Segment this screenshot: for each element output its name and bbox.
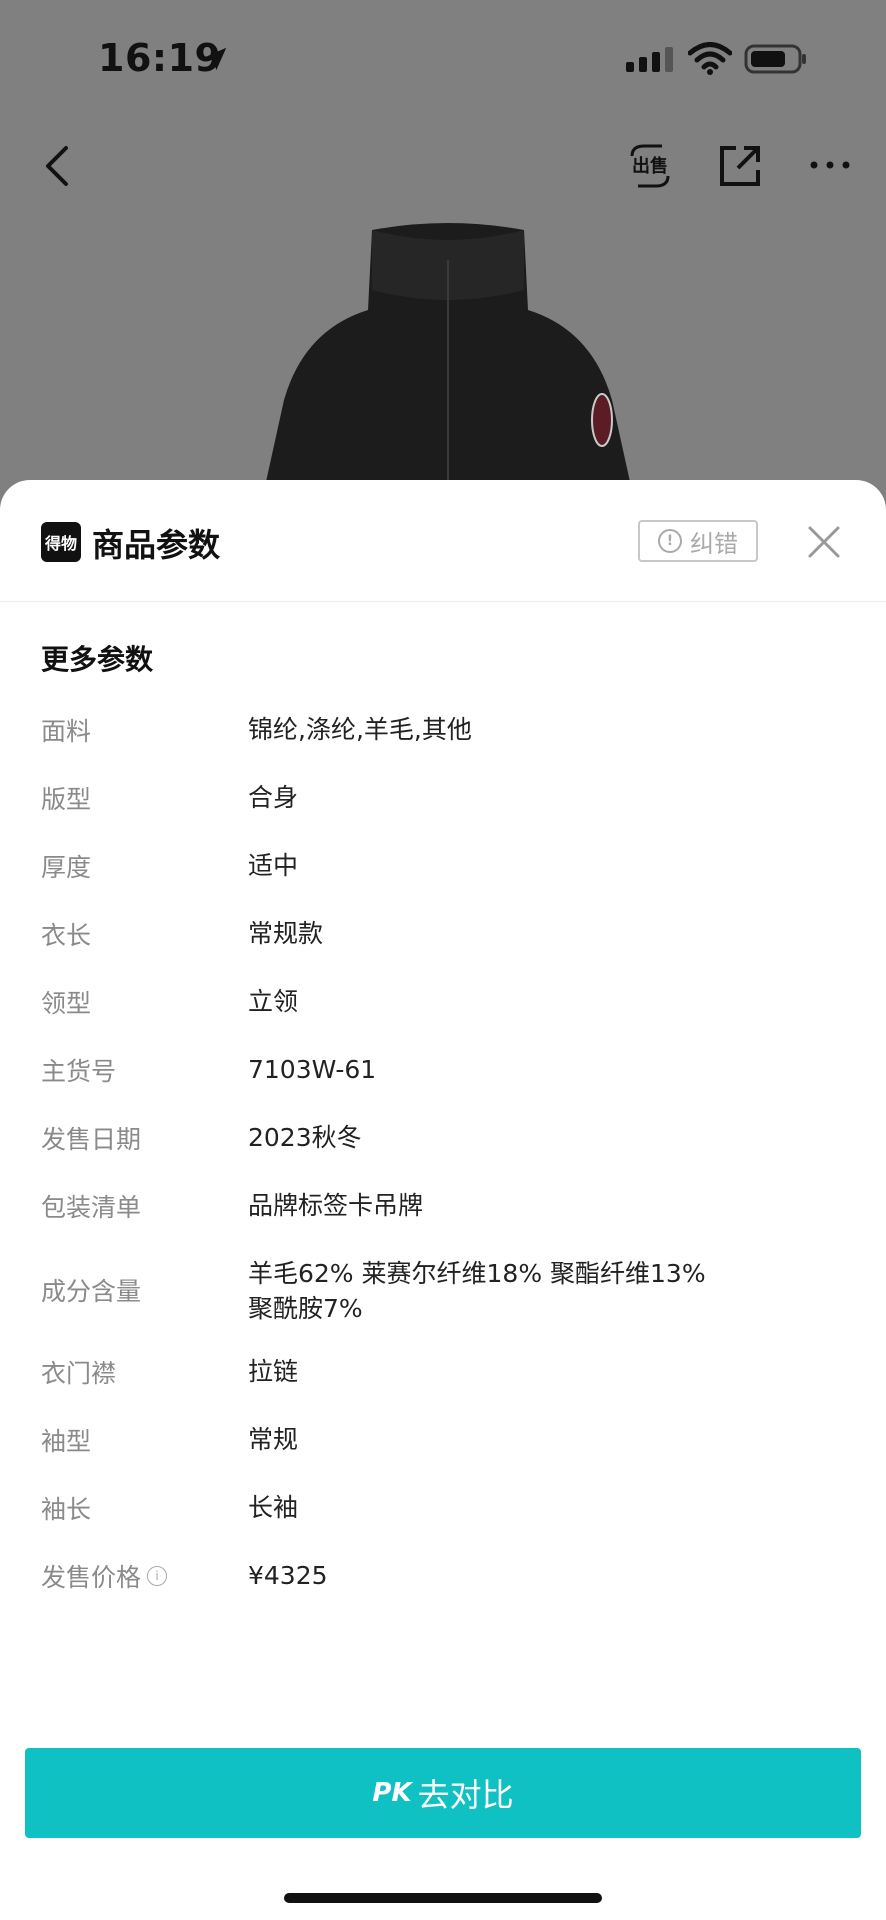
param-label: 衣门襟 [41, 1359, 117, 1388]
param-label: 包装清单 [41, 1193, 142, 1222]
param-label: 厚度 [41, 853, 92, 882]
sheet-header: 得物 商品参数 ! 纠错 [0, 480, 886, 602]
wifi-icon [688, 42, 732, 75]
param-value: 适中 [248, 851, 299, 880]
param-value: 长袖 [248, 1493, 299, 1522]
param-value: 品牌标签卡吊牌 [248, 1191, 424, 1220]
param-value: 7103W-61 [248, 1055, 377, 1084]
param-value: 锦纶,涤纶,羊毛,其他 [248, 715, 472, 744]
report-error-label: 纠错 [690, 529, 738, 558]
param-value: 常规款 [248, 919, 324, 948]
param-label: 袖长 [41, 1495, 92, 1524]
param-value: 2023秋冬 [248, 1123, 362, 1152]
cellular-signal-icon [626, 47, 673, 72]
more-icon[interactable] [806, 150, 854, 180]
param-label: 主货号 [41, 1057, 117, 1086]
param-value: 合身 [248, 783, 299, 812]
pk-mark: PK [372, 1778, 412, 1808]
param-label-with-info: 发售价格 i [41, 1558, 168, 1594]
home-indicator[interactable] [284, 1893, 602, 1903]
svg-text:出售: 出售 [632, 155, 668, 177]
param-value: 羊毛62% 莱赛尔纤维18% 聚酯纤维13% 聚酰胺7% [248, 1259, 706, 1323]
param-label: 衣长 [41, 921, 92, 950]
param-label: 发售日期 [41, 1125, 142, 1154]
product-image [262, 223, 634, 500]
pk-compare-button[interactable]: PK 去对比 [25, 1748, 861, 1838]
params-sheet: 得物 商品参数 ! 纠错 更多参数 面料 锦纶,涤纶,羊毛,其他 版型 合身 厚… [0, 480, 886, 1920]
param-label: 面料 [41, 717, 92, 746]
param-value: 拉链 [248, 1357, 299, 1386]
exclamation-circle-icon: ! [658, 529, 682, 553]
param-label: 成分含量 [41, 1277, 142, 1306]
sheet-title: 商品参数 [92, 526, 221, 564]
pk-compare-label: 去对比 [417, 1776, 514, 1814]
info-icon[interactable]: i [147, 1566, 168, 1586]
param-label-text: 发售价格 [41, 1563, 142, 1592]
report-error-button[interactable]: ! 纠错 [638, 520, 758, 562]
brand-logo-text: 得物 [44, 534, 77, 553]
back-icon[interactable] [36, 140, 80, 192]
location-arrow-icon [203, 47, 227, 71]
section-title: 更多参数 [41, 643, 154, 676]
param-value: ¥4325 [248, 1561, 328, 1590]
brand-logo: 得物 [41, 522, 81, 562]
param-value: 常规 [248, 1425, 299, 1454]
battery-icon [744, 44, 806, 74]
close-icon[interactable] [806, 524, 842, 560]
sell-icon[interactable]: 出售 [626, 140, 674, 192]
param-label: 版型 [41, 785, 92, 814]
status-bar: 16:19 [0, 0, 886, 120]
param-label: 袖型 [41, 1427, 92, 1456]
param-label: 领型 [41, 989, 92, 1018]
share-icon[interactable] [716, 142, 764, 190]
param-value: 立领 [248, 987, 299, 1016]
screen: 16:19 出售 得物 商品参数 ! 纠错 更多参数 面料 锦纶,涤纶,羊毛,其… [0, 0, 886, 1920]
